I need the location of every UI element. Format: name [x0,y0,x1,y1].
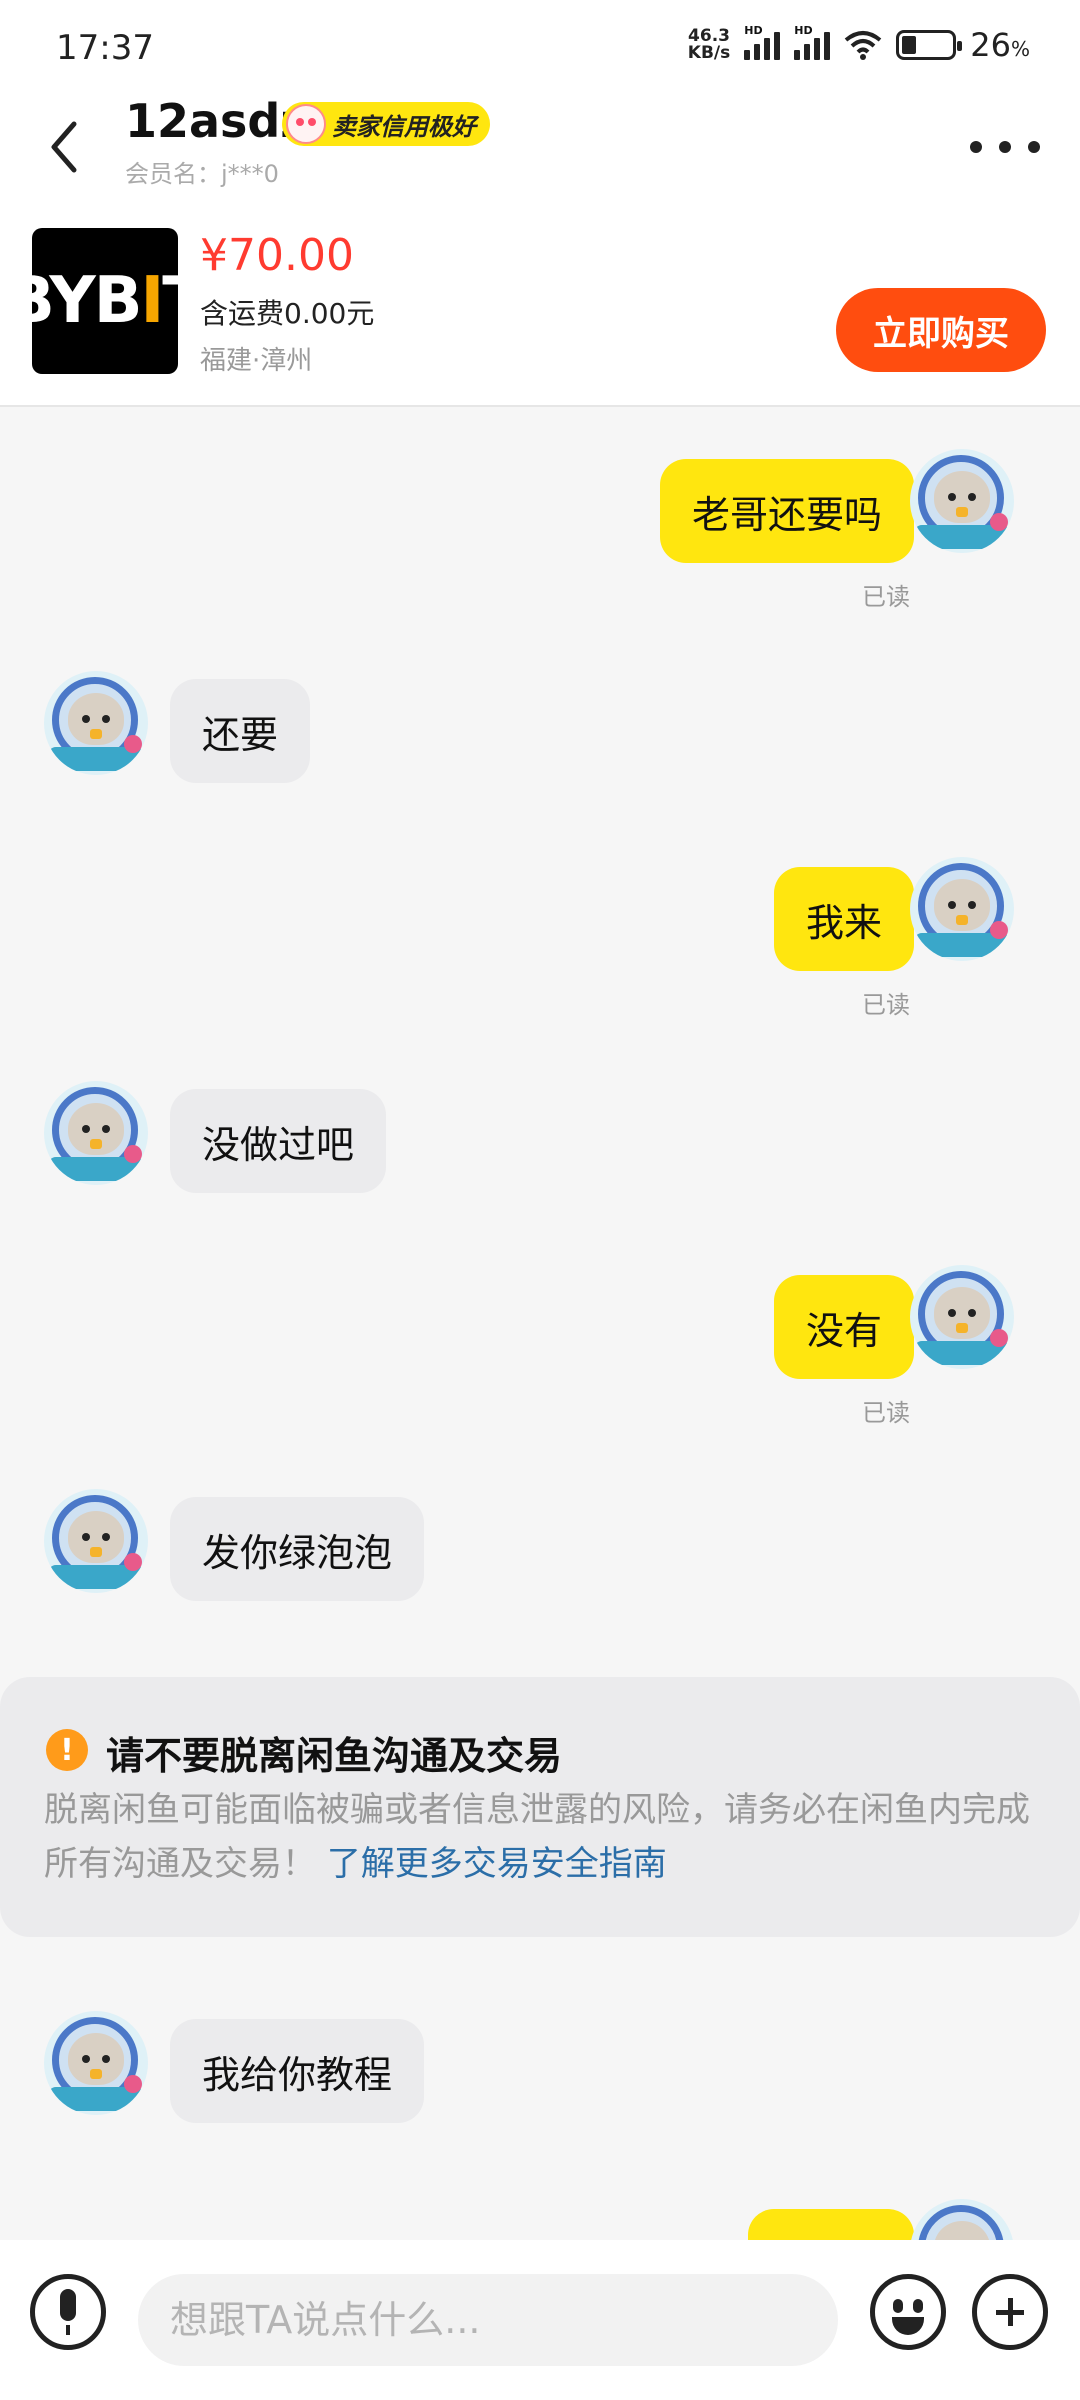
message-bubble-outgoing-partial[interactable] [748,2209,914,2240]
safety-warning-card: ! 请不要脱离闲鱼沟通及交易 脱离闲鱼可能面临被骗或者信息泄露的风险，请务必在闲… [0,1677,1080,1937]
message-bubble-incoming[interactable]: 还要 [170,679,311,783]
battery-icon [896,30,963,60]
signal-1-icon: HD [744,24,781,60]
chat-header: 12asdz 卖家信用极好 会员名：j***0 [0,92,1080,212]
emoji-icon[interactable] [870,2274,946,2350]
status-time: 17:37 [56,28,154,68]
product-image-logo: BYBIT [32,264,178,338]
my-avatar[interactable] [910,449,1014,553]
status-icons: 46.3 KB/s HD HD 26% [688,24,1030,64]
warning-body: 脱离闲鱼可能面临被骗或者信息泄露的风险，请务必在闲鱼内完成所有沟通及交易！ 了解… [44,1783,1044,1891]
contact-avatar[interactable] [44,1489,148,1593]
my-avatar[interactable] [910,2199,1014,2240]
member-name: 会员名：j***0 [125,160,279,188]
message-bubble-outgoing[interactable]: 没有 [773,1275,914,1379]
hd-label-2: HD [794,24,813,37]
seller-credit-badge[interactable]: 卖家信用极好 [282,102,490,146]
message-input[interactable] [138,2274,838,2366]
read-status: 已读 [862,991,910,1019]
warning-icon: ! [46,1729,88,1771]
microphone-icon[interactable] [30,2274,106,2350]
network-speed-unit: KB/s [687,43,731,63]
contact-avatar[interactable] [44,671,148,775]
battery-level: 26% [970,26,1030,64]
safety-guide-link[interactable]: 了解更多交易安全指南 [327,1844,667,1884]
plus-icon[interactable] [972,2274,1048,2350]
product-shipping: 含运费0.00元 [200,297,375,330]
product-card[interactable]: BYBIT ¥70.00 含运费0.00元 福建·漳州 立即购买 [0,212,1080,407]
wifi-icon [844,31,882,60]
contact-avatar[interactable] [44,1081,148,1185]
seller-credit-label: 卖家信用极好 [332,112,476,141]
product-price: ¥70.00 [200,230,354,281]
input-bar [0,2240,1080,2400]
signal-2-icon: HD [794,24,831,60]
buy-now-button[interactable]: 立即购买 [836,288,1046,372]
contact-avatar[interactable] [44,2011,148,2115]
credit-face-icon [286,104,326,144]
message-list[interactable]: 老哥还要吗 已读 还要 我来 已读 没做过吧 没有 已读 发你绿泡泡 ! 请不要… [0,409,1080,2240]
message-bubble-incoming[interactable]: 发你绿泡泡 [170,1497,425,1601]
warning-title: 请不要脱离闲鱼沟通及交易 [106,1734,563,1778]
contact-name[interactable]: 12asdz [125,94,307,148]
status-bar: 17:37 46.3 KB/s HD HD 26% [0,0,1080,92]
message-bubble-outgoing[interactable]: 老哥还要吗 [659,459,914,563]
read-status: 已读 [862,1399,910,1427]
my-avatar[interactable] [910,857,1014,961]
back-arrow-icon[interactable] [40,112,90,182]
product-location: 福建·漳州 [200,346,313,376]
hd-label-1: HD [744,24,763,37]
read-status: 已读 [862,583,910,611]
message-bubble-outgoing[interactable]: 我来 [773,867,914,971]
message-bubble-incoming[interactable]: 我给你教程 [170,2019,425,2123]
my-avatar[interactable] [910,1265,1014,1369]
network-speed: 46.3 KB/s [688,28,730,62]
message-bubble-incoming[interactable]: 没做过吧 [170,1089,387,1193]
product-image[interactable]: BYBIT [32,228,178,374]
more-dots-icon[interactable] [970,122,1040,172]
